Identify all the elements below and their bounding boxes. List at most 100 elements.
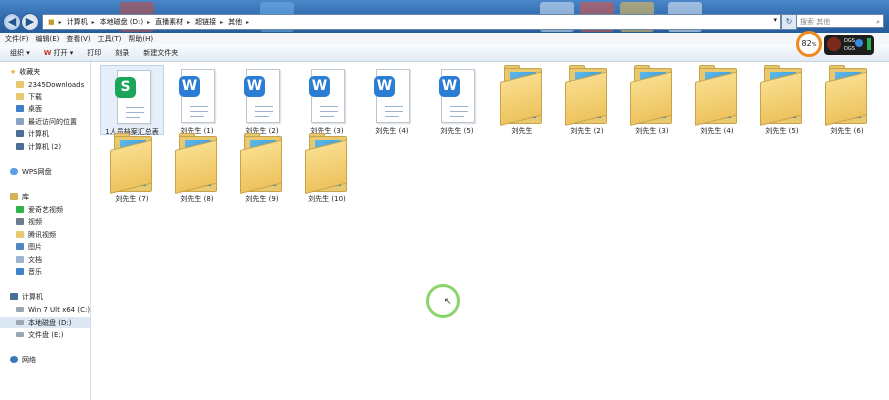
nav-computer-label: 计算机: [22, 292, 43, 301]
search-icon[interactable]: ⌕: [876, 15, 880, 29]
folder-item[interactable]: 刘先生 (7): [100, 133, 164, 203]
nav-computer[interactable]: 计算机: [10, 291, 43, 302]
nav-item-label: 腾讯视频: [28, 230, 56, 239]
nav-library[interactable]: 库: [10, 191, 29, 202]
drive-icon: [16, 320, 24, 325]
folder-item[interactable]: 刘先生 (10): [295, 133, 359, 203]
back-button[interactable]: ◀: [3, 13, 21, 31]
folder-icon: [760, 65, 804, 126]
folder-icon: ■: [48, 18, 55, 26]
folder-item[interactable]: 刘先生 (2): [555, 65, 619, 135]
file-name: 刘先生 (5): [440, 127, 474, 135]
new-folder-button[interactable]: 新建文件夹: [143, 48, 178, 58]
folder-name: 刘先生 (5): [765, 127, 799, 135]
file-item-word[interactable]: W 刘先生 (5): [425, 65, 489, 135]
address-bar[interactable]: ■ ▸ 计算机 ▸ 本地磁盘 (D:) ▸ 直播素材 ▸ 超链接 ▸ 其他 ▸ …: [42, 14, 781, 30]
network-speed-widget[interactable]: DGS DGS: [824, 35, 874, 55]
folder-item[interactable]: 刘先生 (4): [685, 65, 749, 135]
folder-item[interactable]: 刘先生 (3): [620, 65, 684, 135]
music-icon: [16, 268, 24, 275]
nav-item-music[interactable]: 音乐: [16, 266, 42, 277]
folder-icon: [305, 133, 349, 194]
breadcrumb-computer[interactable]: 计算机: [67, 17, 88, 27]
nav-item-label: 计算机: [28, 129, 49, 138]
menu-help[interactable]: 帮助(H): [128, 34, 153, 44]
folder-icon: [175, 133, 219, 194]
nav-item-2345downloads[interactable]: 2345Downloads: [16, 79, 84, 90]
breadcrumb-live-material[interactable]: 直播素材: [155, 17, 183, 27]
file-item-word[interactable]: W 刘先生 (1): [165, 65, 229, 135]
folder-name: 刘先生 (9): [245, 195, 279, 203]
search-input[interactable]: 搜索 其他 ⌕: [796, 14, 884, 28]
breadcrumb-separator[interactable]: ▸: [92, 19, 95, 26]
nav-item-computer[interactable]: 计算机: [16, 128, 49, 139]
address-dropdown-icon[interactable]: ▾: [773, 16, 777, 24]
nav-wps-drive[interactable]: WPS网盘: [10, 166, 52, 177]
word-document-icon: W: [179, 69, 215, 123]
nav-drive-d[interactable]: 本地磁盘 (D:): [0, 317, 90, 328]
nav-item-downloads[interactable]: 下载: [16, 91, 42, 102]
organize-button[interactable]: 组织 ▾: [10, 48, 30, 58]
print-button[interactable]: 打印: [87, 48, 101, 58]
nav-network[interactable]: 网络: [10, 354, 36, 365]
cursor-arrow-icon: ↖: [444, 297, 452, 307]
breadcrumb-drive-d[interactable]: 本地磁盘 (D:): [100, 17, 143, 27]
nav-item-videos[interactable]: 视频: [16, 216, 42, 227]
nav-item-iqiyi[interactable]: 爱奇艺视频: [16, 204, 63, 215]
folder-name: 刘先生 (8): [180, 195, 214, 203]
folder-name: 刘先生: [511, 127, 533, 135]
nav-item-desktop[interactable]: 桌面: [16, 103, 42, 114]
file-item-word[interactable]: W 刘先生 (2): [230, 65, 294, 135]
file-item-word[interactable]: W 刘先生 (4): [360, 65, 424, 135]
folder-item[interactable]: 刘先生 (8): [165, 133, 229, 203]
file-name: 刘先生 (4): [375, 127, 409, 135]
nav-favorites[interactable]: ★ 收藏夹: [10, 66, 40, 77]
refresh-button[interactable]: ↻: [781, 14, 797, 30]
mouse-cursor-highlight: ↖: [426, 284, 460, 318]
open-button[interactable]: W 打开 ▾: [44, 48, 73, 58]
folder-item[interactable]: 刘先生 (5): [750, 65, 814, 135]
nav-item-computer-2[interactable]: 计算机 (2): [16, 141, 61, 152]
folder-item[interactable]: 刘先生 (6): [815, 65, 879, 135]
cloud-drive-icon: [10, 168, 18, 175]
library-icon: [10, 193, 18, 200]
burn-button[interactable]: 刻录: [115, 48, 129, 58]
menu-tools[interactable]: 工具(T): [98, 34, 122, 44]
word-document-icon: W: [374, 69, 410, 123]
nav-drive-c[interactable]: Win 7 Ult x64 (C:): [16, 304, 90, 315]
breadcrumb-separator[interactable]: ▸: [220, 19, 223, 26]
nav-item-recent-places[interactable]: 最近访问的位置: [16, 116, 77, 127]
nav-item-label: 下载: [28, 92, 42, 101]
file-item-spreadsheet[interactable]: S 1人员档案汇总表: [100, 65, 164, 136]
folder-item[interactable]: 刘先生 (9): [230, 133, 294, 203]
breadcrumb-separator[interactable]: ▸: [147, 19, 150, 26]
breadcrumb-separator[interactable]: ▸: [246, 19, 249, 26]
nav-item-label: 视频: [28, 217, 42, 226]
folder-item[interactable]: 刘先生: [490, 65, 554, 135]
menu-edit[interactable]: 编辑(E): [36, 34, 60, 44]
nav-item-label: 文档: [28, 255, 42, 264]
nav-item-label: 计算机 (2): [28, 142, 62, 151]
menu-view[interactable]: 查看(V): [66, 34, 90, 44]
forward-button[interactable]: ▶: [21, 13, 39, 31]
battery-icon: [867, 38, 871, 50]
folder-name: 刘先生 (6): [830, 127, 864, 135]
folder-icon: [16, 231, 24, 238]
nav-drive-e[interactable]: 文件盘 (E:): [16, 329, 63, 340]
folder-icon: [240, 133, 284, 194]
nav-item-documents[interactable]: 文档: [16, 254, 42, 265]
folder-icon: [695, 65, 739, 126]
nav-item-tencent-video[interactable]: 腾讯视频: [16, 229, 56, 240]
breadcrumb-hyperlink[interactable]: 超链接: [195, 17, 216, 27]
memory-gauge[interactable]: 82%: [796, 31, 822, 57]
computer-icon: [16, 130, 24, 137]
nav-item-pictures[interactable]: 图片: [16, 241, 42, 252]
network-icon: [10, 356, 18, 363]
breadcrumb-other[interactable]: 其他: [228, 17, 242, 27]
iqiyi-icon: [16, 206, 24, 213]
widget-line2: DGS: [844, 46, 855, 52]
file-item-word[interactable]: W 刘先生 (3): [295, 65, 359, 135]
menu-file[interactable]: 文件(F): [5, 34, 29, 44]
computer-icon: [10, 293, 18, 300]
breadcrumb-separator[interactable]: ▸: [187, 19, 190, 26]
